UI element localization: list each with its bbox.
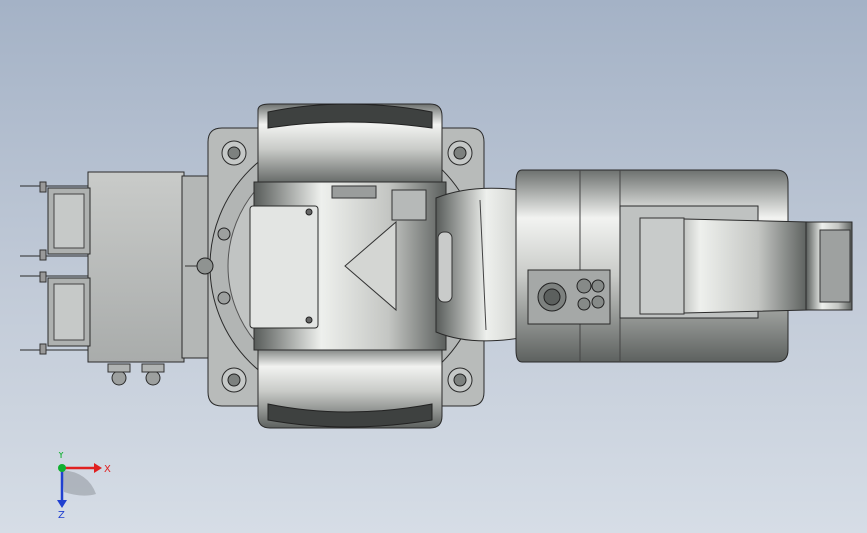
cover-plate[interactable] xyxy=(249,205,319,329)
shoulder-motor-top[interactable] xyxy=(257,103,443,187)
cad-viewport[interactable]: X Y Z xyxy=(0,0,867,533)
shoulder-motor-bottom[interactable] xyxy=(257,345,443,429)
wrist-flange[interactable] xyxy=(805,221,853,311)
connector-panel[interactable] xyxy=(527,269,611,325)
robot-arm-model[interactable] xyxy=(0,0,867,533)
z-axis-label: Z xyxy=(58,510,65,521)
x-axis-label: X xyxy=(104,464,111,475)
forearm[interactable] xyxy=(639,217,809,315)
axis-triad: X Y Z xyxy=(57,452,111,521)
connector-module[interactable] xyxy=(20,171,223,386)
y-axis-label: Y xyxy=(57,452,65,461)
